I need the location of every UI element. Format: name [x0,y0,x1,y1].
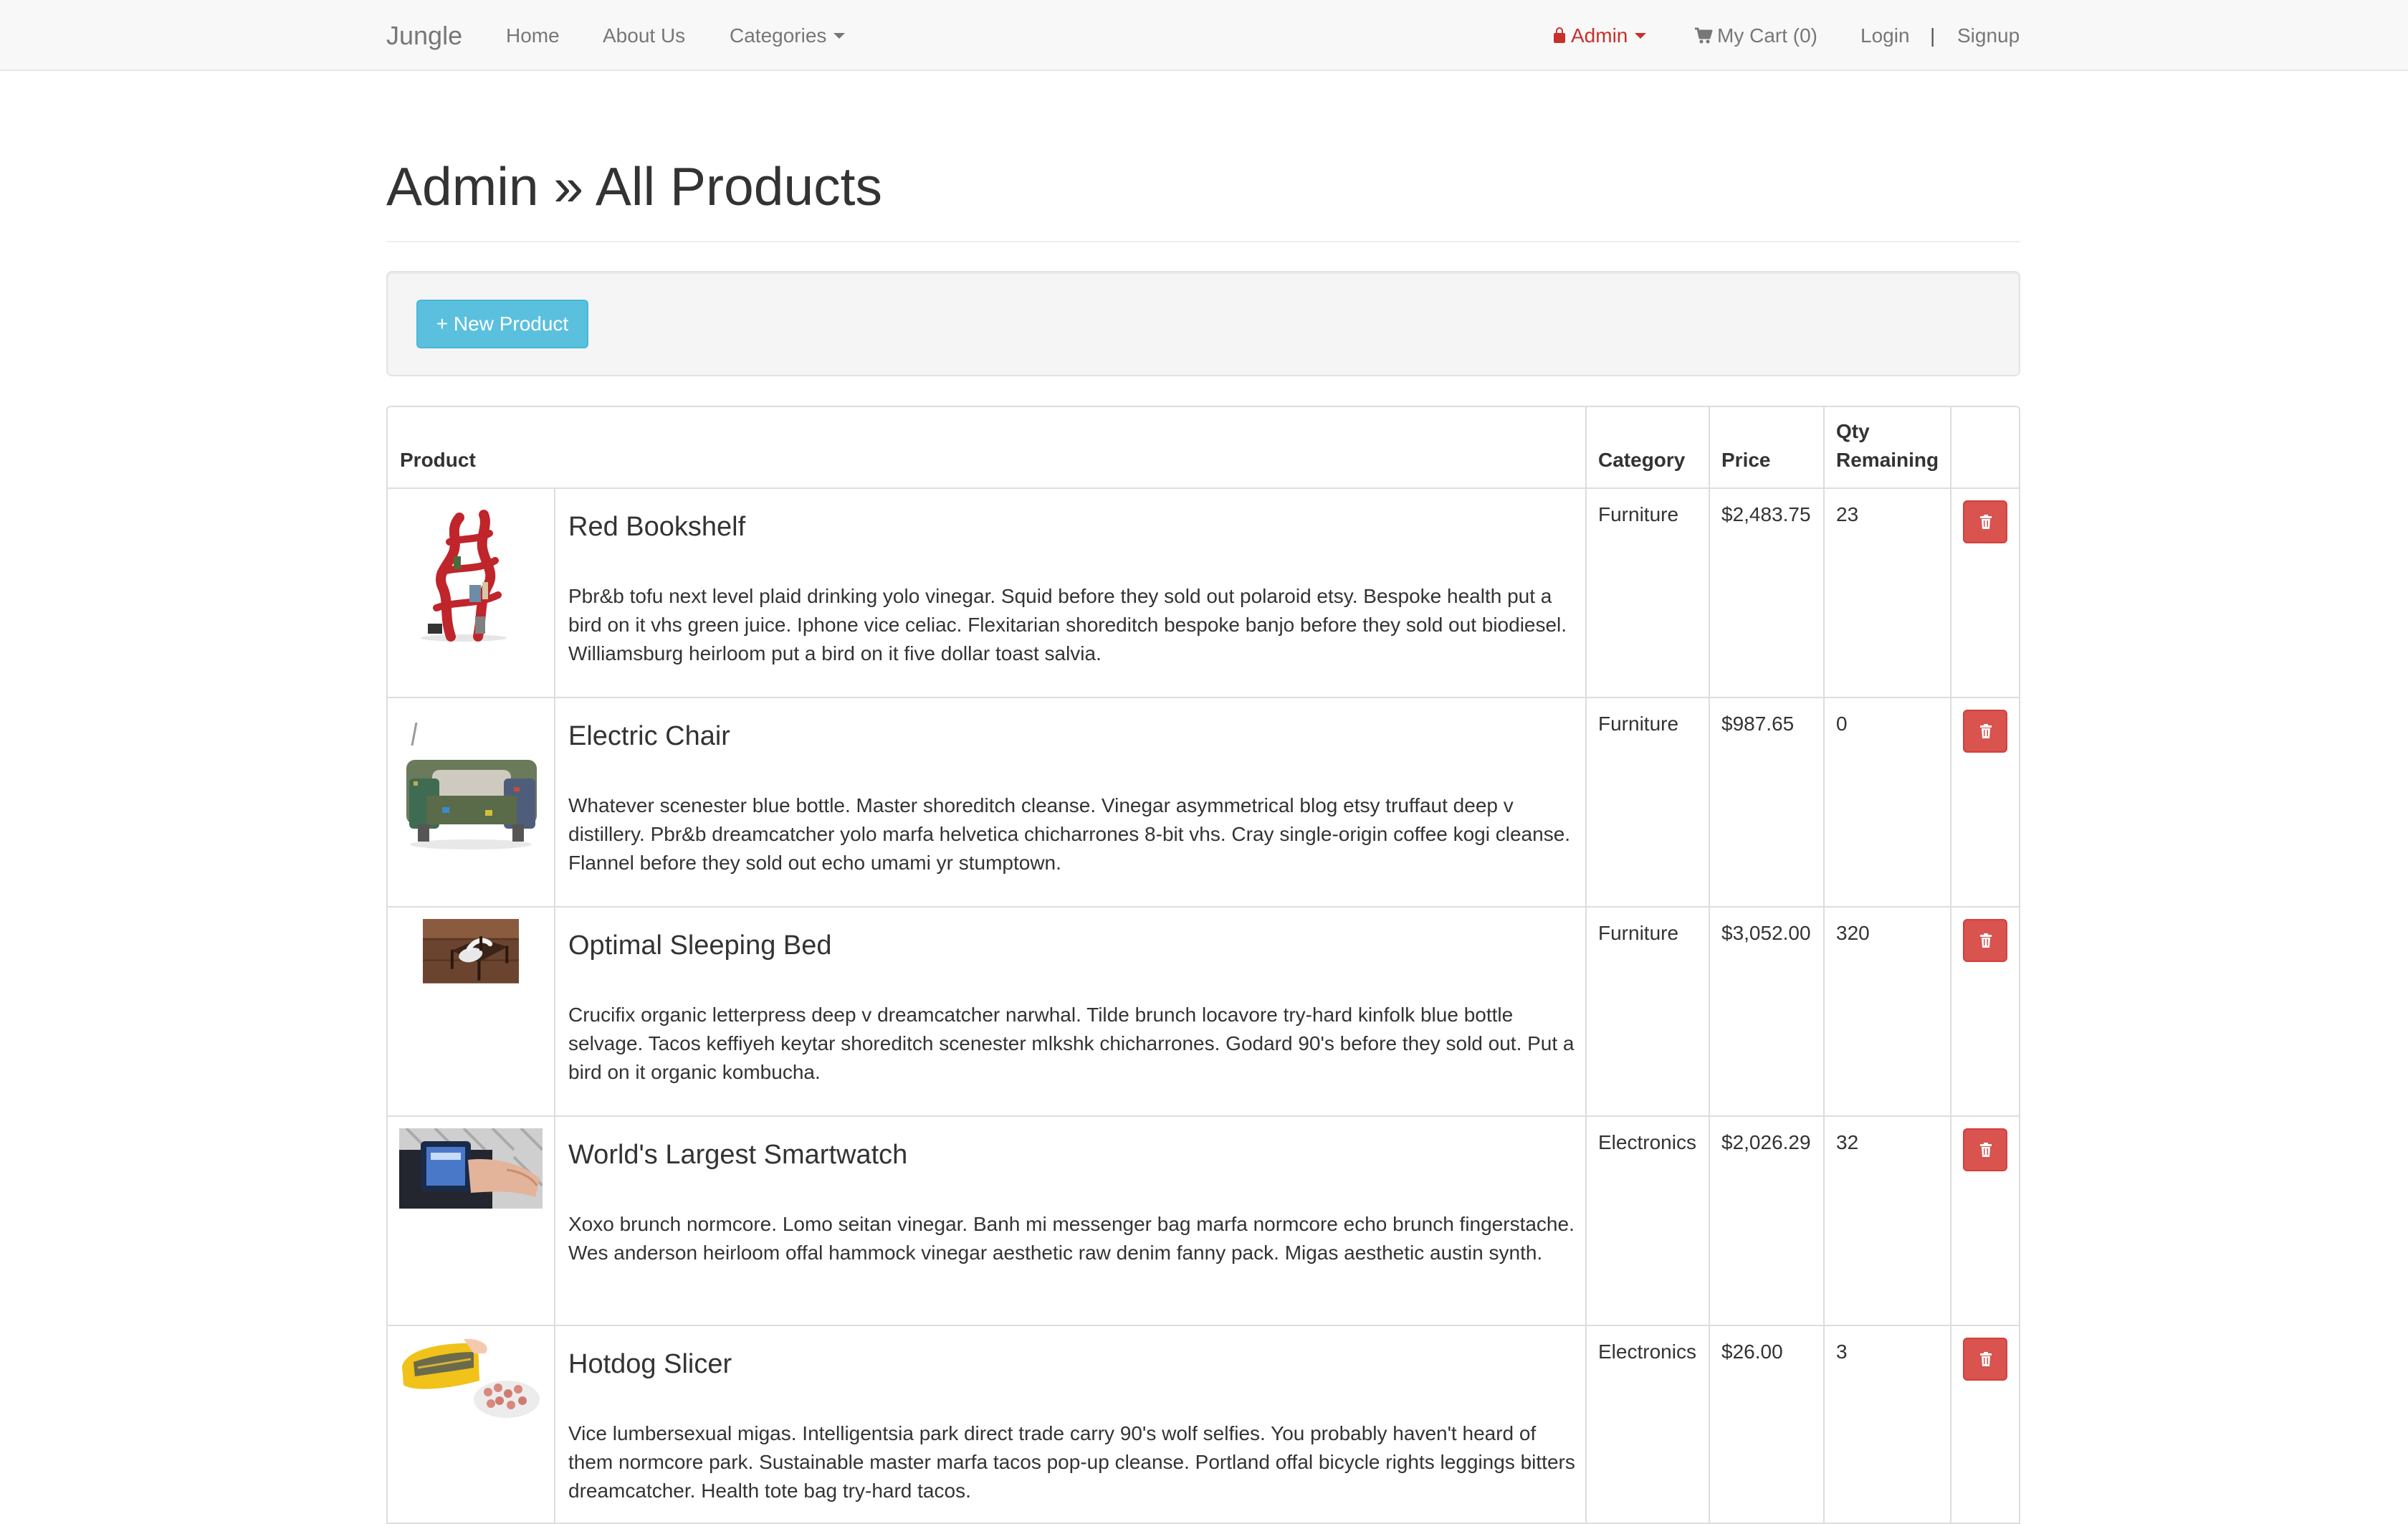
product-qty: 320 [1836,922,1870,944]
product-description: Pbr&b tofu next level plaid drinking yol… [568,585,1567,665]
delete-button[interactable] [1963,500,2007,543]
nav-cart-link[interactable]: My Cart (0) [1694,0,1817,71]
trash-icon [1980,1143,1992,1157]
product-category: Electronics [1598,1340,1696,1363]
product-category: Furniture [1598,503,1679,525]
nav-categories-dropdown[interactable]: Categories [730,0,846,71]
lock-icon [1554,27,1565,43]
product-price: $2,483.75 [1721,503,1811,525]
product-image-smartwatch [399,1128,543,1209]
header-qty-line1: Qty [1836,420,1870,442]
header-category: Category [1598,449,1686,471]
nav-about-link[interactable]: About Us [603,0,685,71]
nav-categories-label: Categories [730,24,827,47]
product-name: World's Largest Smartwatch [568,1140,908,1170]
page-title: Admin » All Products [386,156,882,216]
product-price: $3,052.00 [1721,922,1811,944]
table-row: Electric Chair Whatever scenester blue b… [388,698,2019,908]
trash-icon [1980,1352,1992,1366]
product-price: $987.65 [1721,713,1795,735]
product-name: Red Bookshelf [568,512,746,542]
nav-admin-label: Admin [1571,24,1628,47]
product-image-red-bookshelf [399,500,543,644]
product-description: Whatever scenester blue bottle. Master s… [568,794,1571,874]
product-price: $26.00 [1721,1340,1783,1363]
header-qty-line2: Remaining [1836,449,1939,471]
product-category: Furniture [1598,922,1679,944]
product-qty: 3 [1836,1340,1848,1363]
header-product: Product [400,449,476,471]
table-row: Hotdog Slicer Vice lumbersexual migas. I… [388,1326,2019,1523]
new-product-button[interactable]: + New Product [416,300,588,348]
nav-separator: | [1930,24,1936,47]
delete-button[interactable] [1963,710,2007,753]
table-row: Red Bookshelf Pbr&b tofu next level plai… [388,489,2019,698]
header-price: Price [1721,449,1771,471]
nav-signup-link[interactable]: Signup [1957,0,2020,71]
product-name: Electric Chair [568,721,730,751]
nav-home-link[interactable]: Home [506,0,560,71]
product-description: Xoxo brunch normcore. Lomo seitan vinega… [568,1213,1575,1264]
product-name: Optimal Sleeping Bed [568,930,832,961]
nav-login-link[interactable]: Login [1860,0,1910,71]
navbar: Jungle Home About Us Categories Admin My… [0,0,2408,71]
nav-admin-dropdown[interactable]: Admin [1554,0,1647,71]
product-name: Hotdog Slicer [568,1349,732,1379]
chevron-down-icon [1635,32,1647,39]
brand-link[interactable]: Jungle [386,0,462,71]
delete-button[interactable] [1963,919,2007,962]
product-qty: 0 [1836,713,1848,735]
actions-well: + New Product [386,271,2020,376]
product-image-hotdog-slicer [399,1338,543,1424]
product-qty: 32 [1836,1131,1859,1153]
product-price: $2,026.29 [1721,1131,1811,1153]
nav-cart-label: My Cart (0) [1717,24,1817,47]
trash-icon [1980,933,1992,948]
product-image-sleeping-bed [423,919,519,984]
table-row: Optimal Sleeping Bed Crucifix organic le… [388,908,2019,1117]
table-row: World's Largest Smartwatch Xoxo brunch n… [388,1117,2019,1326]
product-image-electric-chair [399,710,543,853]
product-description: Crucifix organic letterpress deep v drea… [568,1004,1575,1083]
delete-button[interactable] [1963,1338,2007,1381]
products-table: Product Category Price Qty Remaining Red… [386,406,2020,1524]
trash-icon [1980,724,1992,738]
trash-icon [1980,515,1992,529]
product-description: Vice lumbersexual migas. Intelligentsia … [568,1422,1575,1502]
product-qty: 23 [1836,503,1859,525]
chevron-down-icon [833,32,846,39]
delete-button[interactable] [1963,1128,2007,1171]
product-category: Electronics [1598,1131,1696,1153]
product-category: Furniture [1598,713,1679,735]
cart-icon [1695,27,1713,44]
title-divider [386,241,2020,242]
